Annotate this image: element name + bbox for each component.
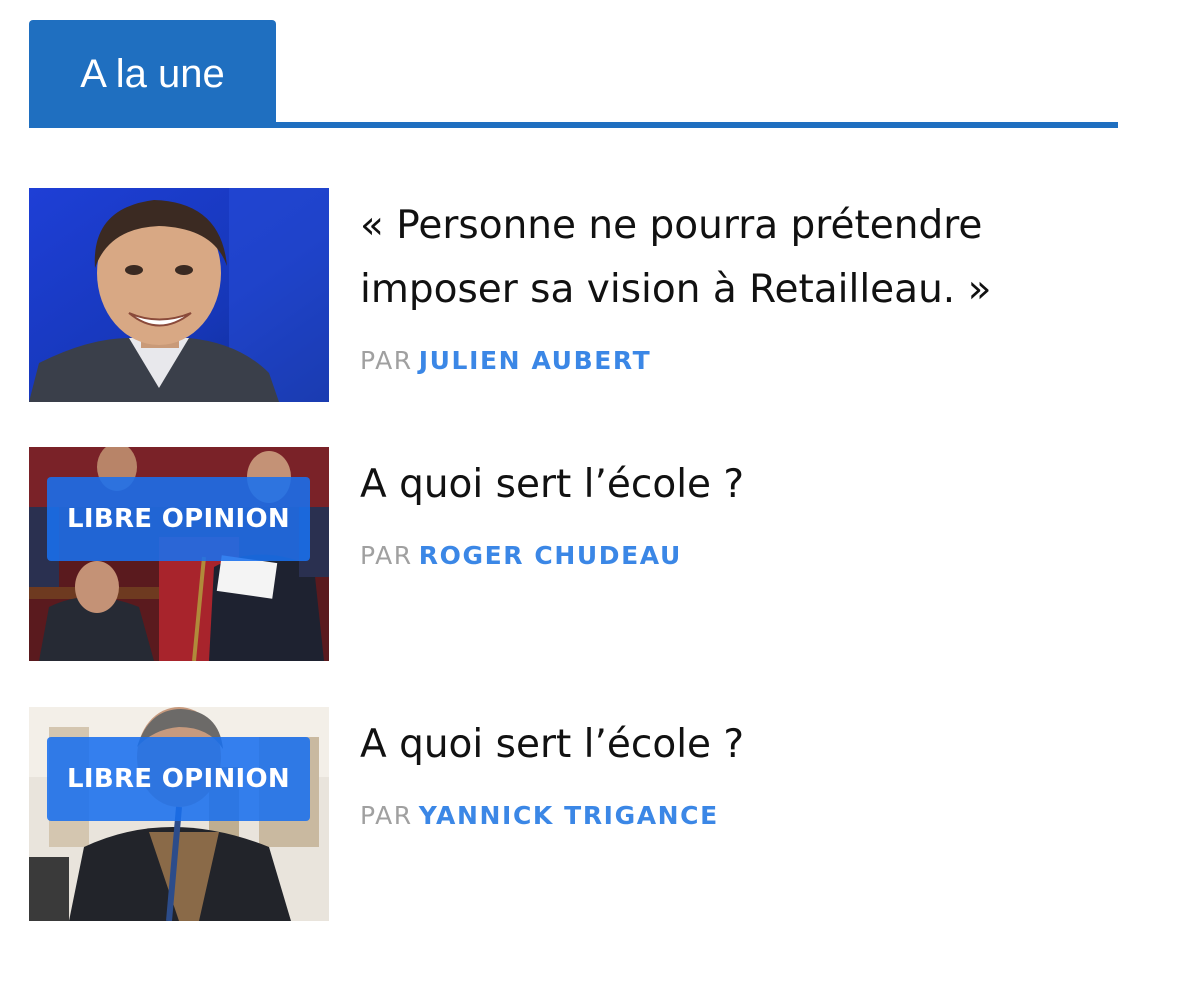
author-link[interactable]: ROGER CHUDEAU bbox=[419, 541, 682, 570]
byline-prefix: PAR bbox=[360, 801, 413, 830]
article-thumbnail[interactable] bbox=[29, 188, 329, 402]
tab-a-la-une[interactable]: A la une bbox=[29, 20, 276, 128]
byline-prefix: PAR bbox=[360, 541, 413, 570]
article-headline[interactable]: A quoi sert l’école ? bbox=[360, 713, 1080, 777]
article-headline[interactable]: A quoi sert l’école ? bbox=[360, 453, 1080, 517]
article-byline: PAR YANNICK TRIGANCE bbox=[360, 801, 719, 830]
portrait-photo bbox=[29, 188, 329, 402]
article-card[interactable]: « Personne ne pourra prétendre imposer s… bbox=[29, 188, 1129, 402]
article-byline: PAR ROGER CHUDEAU bbox=[360, 541, 682, 570]
section-header: A la une bbox=[29, 20, 1118, 128]
article-card[interactable]: LIBRE OPINION A quoi sert l’école ? PAR Y… bbox=[29, 707, 1129, 921]
section-divider bbox=[29, 122, 1118, 128]
category-badge: LIBRE OPINION bbox=[47, 477, 310, 561]
article-card[interactable]: LIBRE OPINION A quoi sert l’école ? PAR R… bbox=[29, 447, 1129, 661]
category-badge: LIBRE OPINION bbox=[47, 737, 310, 821]
article-headline[interactable]: « Personne ne pourra prétendre imposer s… bbox=[360, 194, 1080, 322]
article-byline: PAR JULIEN AUBERT bbox=[360, 346, 651, 375]
article-thumbnail[interactable]: LIBRE OPINION bbox=[29, 447, 329, 661]
article-thumbnail[interactable]: LIBRE OPINION bbox=[29, 707, 329, 921]
author-link[interactable]: YANNICK TRIGANCE bbox=[419, 801, 719, 830]
byline-prefix: PAR bbox=[360, 346, 413, 375]
author-link[interactable]: JULIEN AUBERT bbox=[419, 346, 652, 375]
